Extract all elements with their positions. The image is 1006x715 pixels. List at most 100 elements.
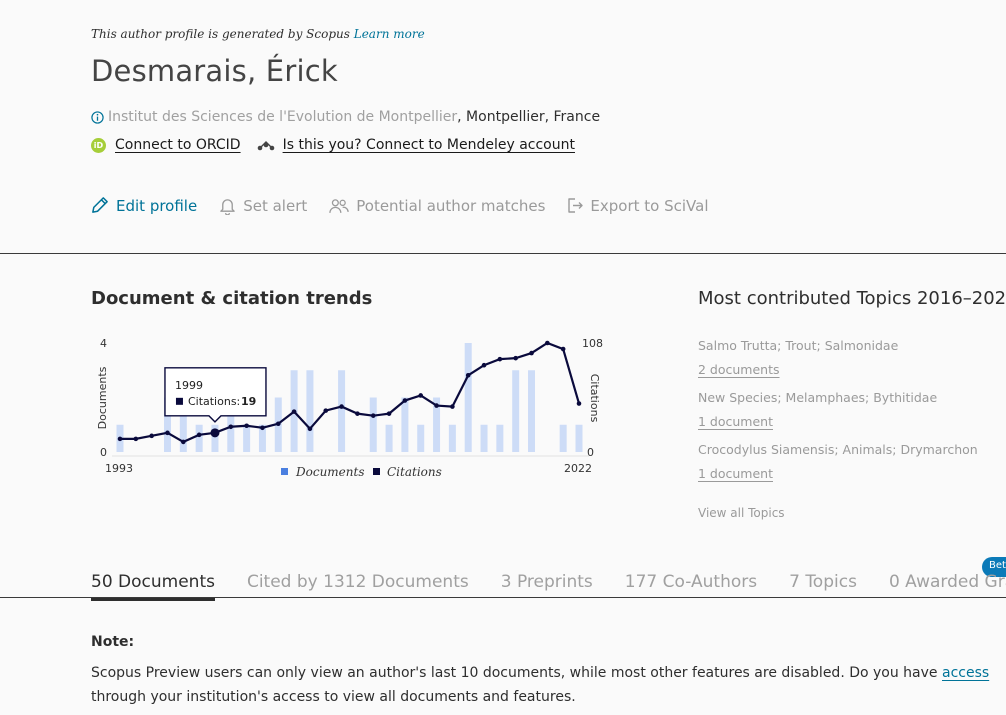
document-bar [338, 370, 346, 452]
citation-point [339, 404, 344, 409]
note-text: Scopus Preview users can only view an au… [91, 661, 1006, 709]
topic-count-link[interactable]: 1 document [698, 466, 978, 481]
profile-actions: Edit profile Set alert Potential author … [90, 196, 731, 215]
set-alert-button[interactable]: Set alert [219, 197, 307, 215]
potential-matches-label: Potential author matches [356, 196, 546, 215]
document-bar [528, 370, 536, 452]
tooltip-label: Citations: [188, 395, 240, 408]
citation-point [418, 393, 424, 398]
export-scival-button[interactable]: Export to SciVal [567, 197, 709, 215]
left-tick-label: 0 [100, 446, 107, 459]
document-bar [385, 424, 393, 452]
people-icon [329, 198, 349, 213]
legend-swatch-documents [281, 468, 288, 475]
document-bar [559, 424, 567, 452]
trends-chart-svg: 4 0 108 0 1993 2022 Documents Citations Document… [96, 337, 603, 479]
author-name: Desmarais, Érick [91, 54, 338, 88]
document-bar [243, 424, 251, 452]
orcid-icon: iD [91, 137, 106, 153]
view-all-topics-link[interactable]: View all Topics [698, 506, 785, 520]
left-tick-label: 4 [100, 337, 107, 350]
tooltip-swatch [175, 397, 183, 405]
topic-name: Salmo Trutta; Trout; Salmonidae [698, 338, 899, 353]
document-bar [480, 424, 488, 452]
bell-icon [220, 198, 235, 215]
document-bar [464, 343, 472, 452]
topic-count-link[interactable]: 2 documents [698, 362, 898, 377]
trends-chart: 4 0 108 0 1993 2022 Documents Citations Document… [88, 330, 608, 485]
profile-links: iD Connect to ORCID Is this you? Connect… [91, 137, 575, 153]
edit-profile-label: Edit profile [116, 196, 198, 215]
citation-point [560, 346, 566, 352]
citation-point [402, 398, 408, 403]
info-icon[interactable] [91, 110, 104, 124]
citation-point [165, 430, 170, 436]
citation-point [149, 433, 154, 439]
citation-point [481, 362, 487, 368]
potential-matches-button[interactable]: Potential author matches [329, 197, 545, 215]
connect-orcid-link[interactable]: Connect to ORCID [115, 137, 241, 153]
document-bar [369, 397, 377, 452]
trends-title: Document & citation trends [91, 288, 373, 309]
edit-profile-button[interactable]: Edit profile [90, 196, 197, 215]
access-link[interactable]: access [942, 665, 989, 681]
tabs-divider [0, 597, 1006, 598]
citation-point [291, 409, 297, 414]
x-tick-label: 2022 [564, 462, 592, 475]
citation-point [576, 401, 582, 406]
document-bar [448, 424, 456, 452]
topic-item: New Species; Melamphaes; Bythitidae 1 do… [698, 390, 937, 429]
citation-point [497, 356, 503, 362]
topics-title: Most contributed Topics 2016–2020 [698, 288, 1006, 309]
document-bar [195, 424, 203, 452]
citation-point [244, 423, 249, 429]
legend-label-citations: Citations [387, 465, 442, 479]
x-tick-label: 1993 [105, 462, 133, 475]
document-bar [401, 397, 409, 452]
set-alert-label: Set alert [243, 196, 308, 215]
citation-point [355, 411, 360, 416]
pencil-icon [92, 197, 108, 213]
citation-point [133, 436, 139, 442]
section-divider [0, 253, 1006, 254]
citation-point [450, 404, 455, 409]
topic-count-link[interactable]: 1 document [698, 414, 937, 429]
note-text-after: through your institution's access to vie… [91, 689, 576, 705]
institution-link[interactable]: Institut des Sciences de l'Evolution de … [108, 109, 457, 125]
document-bar [512, 370, 520, 452]
document-bar [417, 424, 425, 452]
topic-item: Salmo Trutta; Trout; Salmonidae 2 docume… [698, 338, 898, 377]
document-bar [575, 424, 583, 452]
citation-point [307, 426, 313, 432]
citation-point [196, 432, 202, 438]
location-text: , Montpellier, France [457, 109, 601, 125]
legend-label-documents: Documents [295, 465, 364, 479]
citation-point [513, 355, 518, 361]
citation-point [117, 436, 123, 442]
generated-note-text: This author profile is generated by Scop… [91, 27, 350, 41]
citation-point [260, 425, 265, 431]
note-label: Note: [91, 634, 135, 650]
legend-swatch-citations [373, 468, 380, 475]
tooltip-year: 1999 [175, 379, 203, 392]
topics-title-text: Most contributed Topics 2016–2020 [698, 288, 1006, 309]
citation-point [529, 350, 534, 356]
document-bar [306, 370, 314, 452]
mendeley-icon [257, 141, 274, 151]
citation-point [545, 340, 550, 346]
citation-point [386, 411, 392, 416]
citation-point [434, 403, 439, 408]
citation-point [370, 413, 376, 418]
mendeley-link[interactable]: Is this you? Connect to Mendeley account [283, 137, 575, 153]
citation-point [181, 439, 186, 445]
topic-name: New Species; Melamphaes; Bythitidae [698, 390, 938, 405]
right-axis-label: Citations [588, 374, 601, 423]
learn-more-link[interactable]: Learn more [354, 27, 425, 41]
citation-point [210, 428, 220, 438]
topic-name: Crocodylus Siamensis; Animals; Drymarcho… [698, 442, 978, 457]
right-tick-label: 0 [587, 446, 594, 459]
right-tick-label: 108 [582, 337, 603, 350]
topic-item: Crocodylus Siamensis; Animals; Drymarcho… [698, 442, 978, 481]
note-text-before: Scopus Preview users can only view an au… [91, 665, 942, 681]
citation-point [275, 421, 281, 427]
